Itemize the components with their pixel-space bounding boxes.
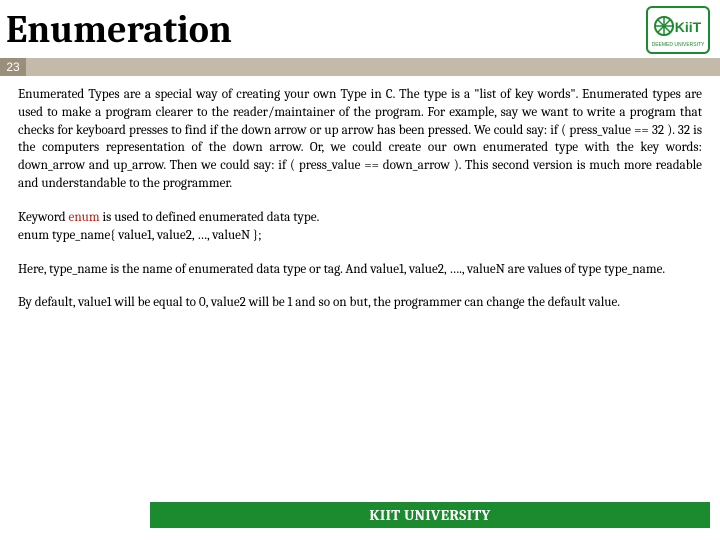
slide-header: Enumeration KiiT DEEMED UNIVERSITY (0, 0, 720, 58)
paragraph-keyword: Keyword enum is used to defined enumerat… (18, 209, 702, 245)
text-keyword-pre: Keyword (18, 210, 69, 225)
page-bar-fill (26, 58, 720, 76)
svg-text:DEEMED UNIVERSITY: DEEMED UNIVERSITY (652, 42, 705, 48)
paragraph-typename: Here, type_name is the name of enumerate… (18, 261, 702, 279)
enum-keyword: enum (69, 210, 100, 225)
slide-content: Enumerated Types are a special way of cr… (0, 76, 720, 312)
kiit-logo-icon: KiiT DEEMED UNIVERSITY (646, 6, 710, 54)
footer-banner: KIIT UNIVERSITY (150, 502, 710, 528)
footer-text: KIIT UNIVERSITY (369, 506, 490, 524)
paragraph-default: By default, value1 will be equal to 0, v… (18, 294, 702, 312)
text-keyword-post: is used to defined enumerated data type. (100, 210, 320, 225)
paragraph-intro: Enumerated Types are a special way of cr… (18, 86, 702, 193)
enum-syntax: enum type_name{ value1, value2, …, value… (18, 228, 262, 243)
slide-title: Enumeration (6, 8, 232, 52)
page-number: 23 (0, 58, 26, 76)
svg-text:KiiT: KiiT (675, 19, 702, 35)
page-number-bar: 23 (0, 58, 720, 76)
